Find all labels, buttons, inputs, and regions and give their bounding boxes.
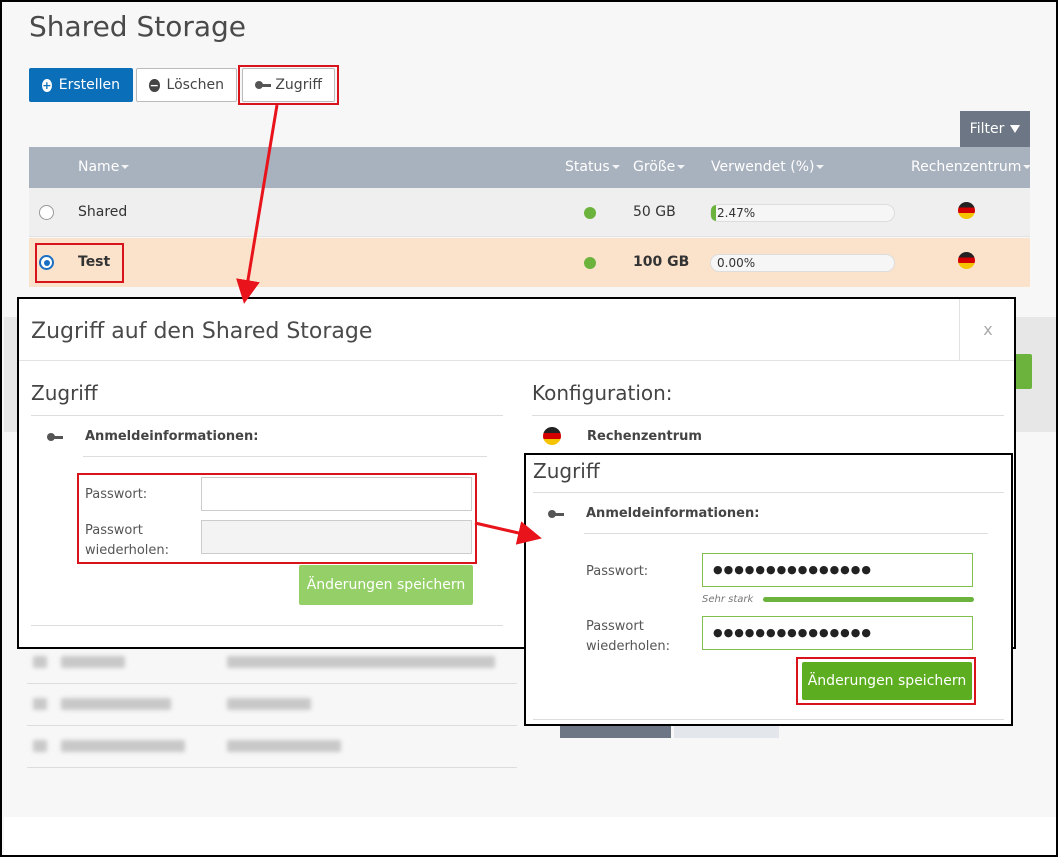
page-title: Shared Storage bbox=[29, 10, 247, 43]
usage-label: 2.47% bbox=[717, 206, 756, 220]
usage-bar-fill bbox=[711, 205, 716, 221]
delete-label: Löschen bbox=[166, 77, 224, 93]
save-button[interactable]: Änderungen speichern bbox=[299, 565, 473, 605]
usage-bar: 2.47% bbox=[710, 204, 895, 222]
sort-caret-icon bbox=[611, 165, 620, 169]
column-used-label: Verwendet (%) bbox=[711, 159, 815, 175]
column-status[interactable]: Status bbox=[565, 159, 620, 175]
sort-caret-icon bbox=[677, 165, 686, 169]
create-label: Erstellen bbox=[58, 77, 120, 93]
password-field[interactable] bbox=[201, 477, 472, 511]
password-strength-bar bbox=[763, 597, 974, 602]
key-icon bbox=[47, 433, 63, 441]
divider bbox=[533, 492, 1004, 493]
usage-label: 0.00% bbox=[717, 256, 756, 270]
access-button[interactable]: Zugriff bbox=[242, 68, 335, 102]
minus-circle-icon: − bbox=[149, 78, 160, 92]
blurred-row bbox=[27, 684, 517, 726]
divider bbox=[31, 625, 503, 626]
filter-button[interactable]: Filter bbox=[960, 111, 1030, 147]
credentials-label: Anmeldeinformationen: bbox=[85, 429, 259, 444]
datacenter-label: Rechenzentrum bbox=[587, 429, 702, 444]
divider bbox=[83, 456, 487, 457]
filter-icon bbox=[1010, 125, 1021, 133]
usage-bar: 0.00% bbox=[710, 254, 895, 272]
divider bbox=[533, 719, 1004, 720]
blurred-row bbox=[27, 726, 517, 768]
table-row[interactable]: Test 100 GB 0.00% bbox=[29, 238, 1030, 287]
divider bbox=[584, 533, 988, 534]
table-row[interactable]: Shared 50 GB 2.47% bbox=[29, 188, 1030, 237]
column-datacenter-label: Rechenzentrum bbox=[911, 159, 1022, 175]
password-label: Passwort: bbox=[85, 487, 148, 502]
sort-caret-icon bbox=[121, 165, 130, 169]
password-strength-label: Sehr stark bbox=[702, 594, 754, 605]
create-button[interactable]: + Erstellen bbox=[29, 68, 133, 102]
row-size: 100 GB bbox=[633, 254, 690, 270]
column-size-label: Größe bbox=[633, 159, 676, 175]
modal-title: Zugriff auf den Shared Storage bbox=[31, 319, 373, 344]
password-repeat-field[interactable] bbox=[201, 520, 472, 554]
table-header: Name Status Größe Verwendet (%) Rechenze… bbox=[29, 147, 1032, 188]
sort-caret-icon bbox=[816, 165, 825, 169]
germany-flag-icon bbox=[958, 252, 975, 269]
column-name[interactable]: Name bbox=[78, 159, 130, 175]
section-title-config: Konfiguration: bbox=[532, 381, 673, 405]
row-radio[interactable] bbox=[39, 255, 54, 270]
close-button[interactable]: x bbox=[959, 299, 1016, 360]
password-repeat-label: Passwort wiederholen: bbox=[85, 523, 170, 558]
password-field[interactable]: ●●●●●●●●●●●●●●● bbox=[702, 553, 973, 587]
password-repeat-field[interactable]: ●●●●●●●●●●●●●●● bbox=[702, 616, 973, 650]
column-used[interactable]: Verwendet (%) bbox=[711, 159, 825, 175]
modal-divider bbox=[19, 360, 1014, 361]
germany-flag-icon bbox=[543, 427, 561, 445]
delete-button[interactable]: − Löschen bbox=[136, 68, 237, 102]
access-label: Zugriff bbox=[275, 77, 322, 93]
password-repeat-label: Passwort wiederholen: bbox=[586, 619, 671, 654]
password-label: Passwort: bbox=[586, 564, 649, 579]
column-size[interactable]: Größe bbox=[633, 159, 686, 175]
close-icon: x bbox=[983, 320, 993, 339]
key-icon bbox=[255, 81, 272, 89]
status-dot-icon bbox=[584, 257, 596, 269]
screenshot-frame: Shared Storage + Erstellen − Löschen Zug… bbox=[0, 0, 1058, 857]
germany-flag-icon bbox=[958, 202, 975, 219]
row-name: Shared bbox=[78, 204, 128, 220]
row-size: 50 GB bbox=[633, 204, 676, 220]
footer-area bbox=[4, 817, 1056, 855]
background-button bbox=[1015, 354, 1032, 389]
section-title-access: Zugriff bbox=[31, 381, 98, 405]
row-name: Test bbox=[78, 254, 111, 270]
column-datacenter[interactable]: Rechenzentrum bbox=[911, 159, 1032, 175]
divider bbox=[532, 415, 1004, 416]
status-dot-icon bbox=[584, 207, 596, 219]
save-button[interactable]: Änderungen speichern bbox=[802, 662, 972, 700]
sort-caret-icon bbox=[1023, 165, 1032, 169]
row-radio[interactable] bbox=[39, 205, 54, 220]
access-panel-zoom: Zugriff Anmeldeinformationen: Passwort: … bbox=[524, 453, 1013, 726]
section-title-access: Zugriff bbox=[533, 459, 600, 483]
credentials-label: Anmeldeinformationen: bbox=[586, 506, 760, 521]
column-status-label: Status bbox=[565, 159, 610, 175]
blurred-details bbox=[27, 642, 517, 772]
filter-label: Filter bbox=[969, 121, 1005, 137]
column-name-label: Name bbox=[78, 159, 120, 175]
plus-circle-icon: + bbox=[42, 78, 52, 92]
divider bbox=[31, 415, 503, 416]
key-icon bbox=[548, 510, 564, 518]
